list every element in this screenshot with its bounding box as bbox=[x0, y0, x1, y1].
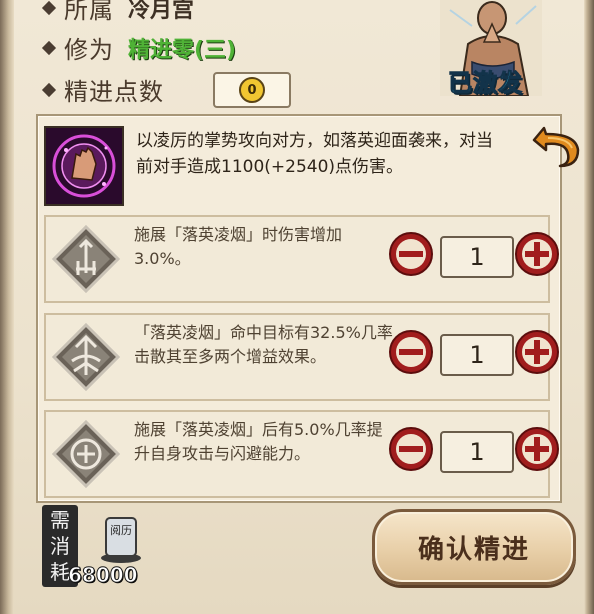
points-label: 精进点数 bbox=[64, 78, 164, 106]
skill-upgrade-screen: 所属 冷月宫 修为 精进零(三) 精进点数 0 已激发 以凌厉的掌势攻向对方，如… bbox=[0, 0, 594, 614]
minus-button[interactable] bbox=[388, 426, 434, 472]
plus-button[interactable] bbox=[514, 231, 560, 277]
bullet-icon bbox=[41, 82, 57, 97]
need-char: 需 bbox=[50, 508, 70, 532]
need-char: 消 bbox=[50, 534, 70, 558]
minus-button[interactable] bbox=[388, 231, 434, 277]
points-value: 0 bbox=[239, 77, 265, 103]
plus-button[interactable] bbox=[514, 426, 560, 472]
faction-label: 所属 bbox=[64, 0, 114, 24]
activated-status: 已激发 bbox=[448, 69, 523, 98]
upgrade-row: 施展「落英凌烟」后有5.0%几率提升自身攻击与闪避能力。 1 bbox=[44, 410, 559, 498]
upgrade-description: 施展「落英凌烟」后有5.0%几率提升自身攻击与闪避能力。 bbox=[134, 420, 383, 463]
bullet-icon bbox=[41, 40, 57, 55]
skill-description: 以凌厉的掌势攻向对方，如落英迎面袭来，对当前对手造成1100(+2540)点伤害… bbox=[136, 131, 493, 177]
right-frame bbox=[584, 0, 594, 614]
upgrade-description: 施展「落英凌烟」时伤害增加3.0%。 bbox=[134, 225, 343, 268]
left-frame bbox=[0, 0, 14, 614]
experience-scroll-icon: 阅历 bbox=[101, 517, 141, 563]
count-value: 1 bbox=[440, 334, 514, 376]
bullet-icon bbox=[41, 0, 57, 15]
currency-label: 阅历 bbox=[110, 524, 132, 537]
faction-row: 所属 冷月宫 bbox=[41, 0, 195, 25]
back-arrow-icon[interactable] bbox=[530, 116, 584, 170]
plus-button[interactable] bbox=[514, 329, 560, 375]
sword-up-icon bbox=[51, 224, 121, 294]
cost-value: 68000 bbox=[68, 563, 139, 588]
points-box: 0 bbox=[213, 72, 291, 108]
cultivation-value: 精进零(三) bbox=[128, 37, 237, 63]
count-value: 1 bbox=[440, 236, 514, 278]
faction-value: 冷月宫 bbox=[128, 0, 195, 23]
dispel-icon bbox=[51, 322, 121, 392]
cultivation-row: 修为 精进零(三) bbox=[41, 30, 237, 65]
confirm-upgrade-button[interactable]: 确认精进 bbox=[372, 509, 576, 585]
count-value: 1 bbox=[440, 431, 514, 473]
upgrade-row: 「落英凌烟」命中目标有32.5%几率击散其至多两个增益效果。 1 bbox=[44, 313, 559, 401]
palm-strike-icon bbox=[44, 126, 124, 206]
points-row: 精进点数 bbox=[41, 72, 164, 107]
minus-button[interactable] bbox=[388, 329, 434, 375]
upgrade-description: 「落英凌烟」命中目标有32.5%几率击散其至多两个增益效果。 bbox=[134, 323, 393, 366]
cultivation-label: 修为 bbox=[64, 36, 114, 64]
upgrade-row: 施展「落英凌烟」时伤害增加3.0%。 1 bbox=[44, 215, 559, 303]
need-char: 耗 bbox=[50, 560, 70, 584]
shield-plus-icon bbox=[51, 419, 121, 489]
